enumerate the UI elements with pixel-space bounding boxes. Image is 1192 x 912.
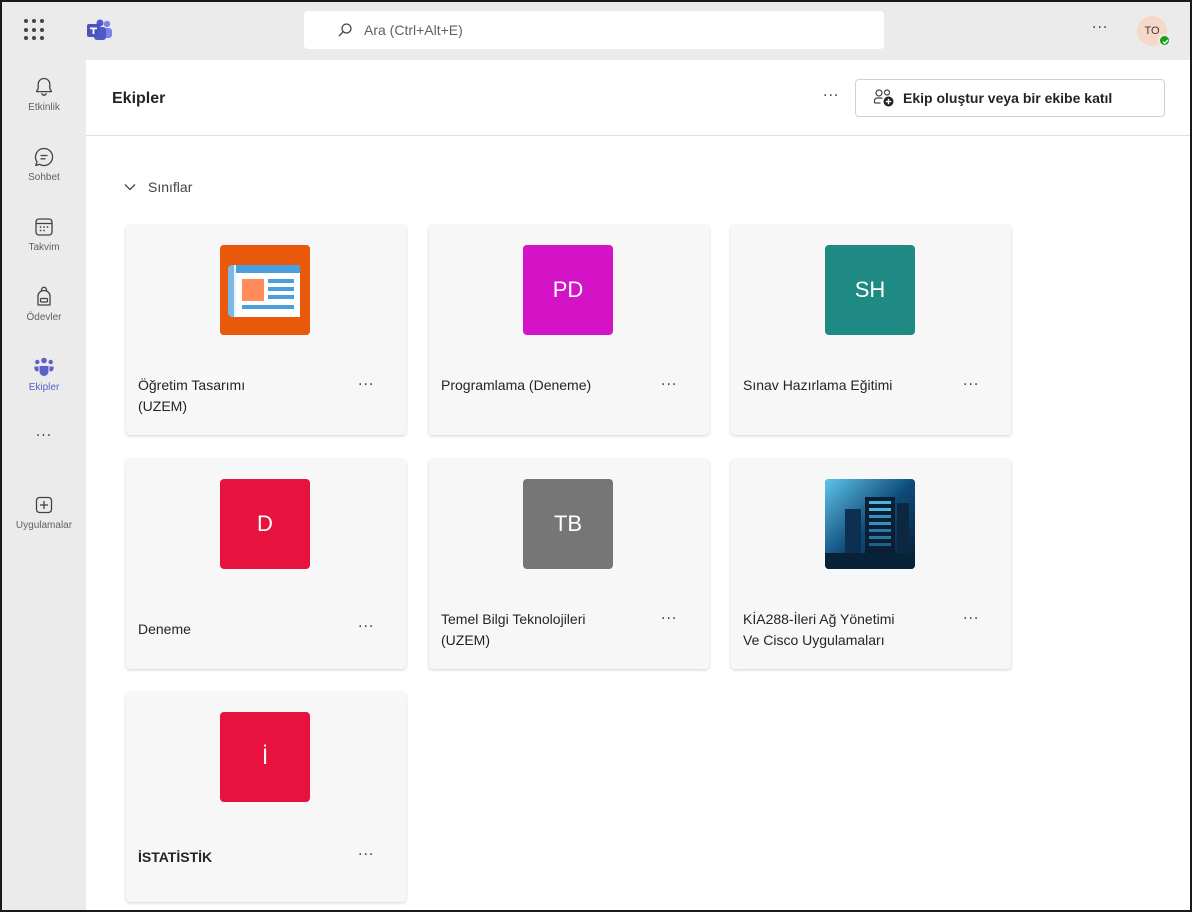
section-toggle-classes[interactable]: Sınıflar [124, 179, 192, 195]
team-card[interactable]: KİA288-İleri Ağ Yönetimi Ve Cisco Uygula… [731, 459, 1011, 669]
team-card[interactable]: SH Sınav Hazırlama Eğitimi ··· [731, 225, 1011, 435]
team-name: Programlama (Deneme) [441, 377, 592, 393]
page-title: Ekipler [112, 90, 166, 107]
team-tile: İ [220, 712, 310, 802]
top-bar: Ara (Ctrl+Alt+E) ··· TO [2, 2, 1190, 60]
team-more-button[interactable]: ··· [661, 377, 677, 393]
team-more-button[interactable]: ··· [358, 847, 374, 863]
team-tile: D [220, 479, 310, 569]
rail-label: Etkinlik [28, 102, 60, 113]
team-tile: TB [523, 479, 613, 569]
team-more-button[interactable]: ··· [963, 611, 979, 627]
team-tile: PD [523, 245, 613, 335]
teams-logo-icon [86, 19, 114, 41]
rail-label: Sohbet [28, 172, 60, 183]
search-input[interactable]: Ara (Ctrl+Alt+E) [304, 11, 884, 49]
chat-icon [34, 147, 54, 167]
people-add-icon [873, 89, 894, 107]
backpack-icon [37, 286, 51, 306]
team-card[interactable]: Öğretim Tasarımı (UZEM) ··· [126, 225, 406, 435]
section-label: Sınıflar [148, 179, 193, 195]
settings-more-button[interactable]: ··· [1092, 20, 1108, 36]
more-apps-button[interactable]: ··· [2, 428, 86, 444]
team-card[interactable]: TB Temel Bilgi Teknolojileri (UZEM) ··· [429, 459, 709, 669]
teams-icon [34, 357, 54, 376]
add-apps-icon [35, 496, 53, 514]
team-tile-news-image [220, 245, 310, 335]
team-name: Öğretim Tasarımı (UZEM) [138, 377, 246, 414]
app-bar: Etkinlik Sohbet Takvim Ödevler Ekipler ·… [2, 60, 86, 910]
search-icon [338, 23, 352, 37]
create-button-label: Ekip oluştur veya bir ekibe katıl [903, 90, 1113, 106]
teams-grid-area: Sınıflar Öğretim Tasarımı (UZEM) ··· PD … [86, 137, 1190, 910]
app-window: Ara (Ctrl+Alt+E) ··· TO Etkinlik Sohbet [0, 0, 1192, 912]
team-name: Deneme [138, 621, 191, 637]
team-name: Temel Bilgi Teknolojileri (UZEM) [441, 611, 586, 648]
team-name: KİA288-İleri Ağ Yönetimi Ve Cisco Uygula… [743, 611, 895, 648]
rail-item-activity[interactable]: Etkinlik [2, 66, 86, 132]
team-card[interactable]: D Deneme ··· [126, 459, 406, 669]
rail-item-teams[interactable]: Ekipler [2, 346, 86, 412]
rail-item-chat[interactable]: Sohbet [2, 136, 86, 202]
rail-label: Takvim [28, 242, 60, 253]
app-launcher-icon[interactable] [24, 19, 46, 41]
team-tile-servers-image [825, 479, 915, 569]
rail-label: Ekipler [28, 382, 60, 393]
team-card[interactable]: İ İSTATİSTİK ··· [126, 692, 406, 902]
rail-item-assignments[interactable]: Ödevler [2, 276, 86, 342]
teams-header: Ekipler ··· Ekip oluştur veya bir ekibe … [86, 60, 1190, 136]
calendar-icon [35, 218, 53, 236]
team-name: İSTATİSTİK [138, 849, 213, 865]
team-tile: SH [825, 245, 915, 335]
search-placeholder: Ara (Ctrl+Alt+E) [364, 22, 463, 38]
team-more-button[interactable]: ··· [661, 611, 677, 627]
presence-available-icon [1158, 34, 1171, 47]
team-more-button[interactable]: ··· [963, 377, 979, 393]
create-or-join-team-button[interactable]: Ekip oluştur veya bir ekibe katıl [855, 79, 1165, 117]
rail-item-calendar[interactable]: Takvim [2, 206, 86, 272]
team-more-button[interactable]: ··· [358, 377, 374, 393]
header-more-button[interactable]: ··· [823, 88, 839, 104]
team-name: Sınav Hazırlama Eğitimi [743, 377, 893, 393]
rail-item-apps[interactable]: Uygulamalar [2, 484, 86, 550]
chevron-down-icon [124, 184, 136, 191]
bell-icon [35, 77, 53, 96]
rail-label: Uygulamalar [15, 520, 73, 531]
team-more-button[interactable]: ··· [358, 619, 374, 635]
rail-label: Ödevler [26, 312, 62, 323]
team-card[interactable]: PD Programlama (Deneme) ··· [429, 225, 709, 435]
